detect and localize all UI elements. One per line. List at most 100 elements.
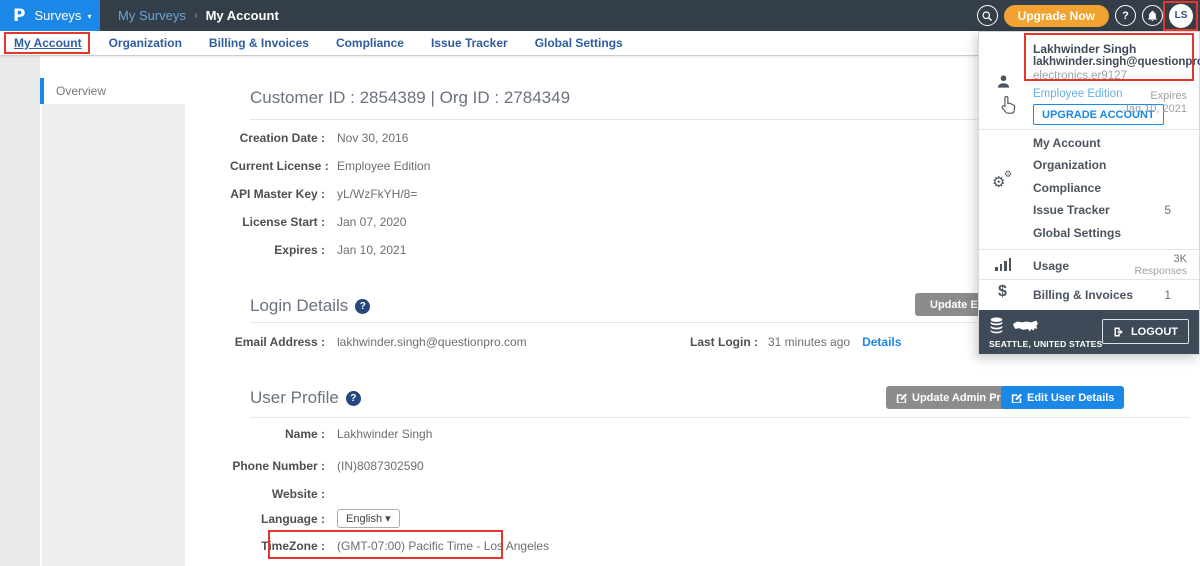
- menu-item-my-account[interactable]: My Account: [1033, 136, 1101, 150]
- settings-gears-icon-small: ⚙: [1004, 170, 1012, 180]
- language-select[interactable]: English ▾: [337, 509, 400, 528]
- field-row-creation-date: Creation Date : Nov 30, 2016: [230, 131, 408, 145]
- search-button[interactable]: [977, 5, 998, 26]
- field-row-phone: Phone Number : (IN)8087302590: [230, 459, 424, 473]
- tab-organization[interactable]: Organization: [109, 36, 182, 50]
- field-label: API Master Key :: [230, 187, 325, 201]
- questionpro-logo-icon: P: [13, 6, 25, 26]
- chevron-down-icon: ▾: [87, 12, 91, 21]
- edit-icon: [1011, 392, 1022, 403]
- logout-button[interactable]: LOGOUT: [1102, 319, 1189, 344]
- database-icon: [989, 317, 1004, 334]
- divider: [979, 129, 1199, 130]
- usage-stats: 3K Responses: [1134, 253, 1187, 277]
- menu-item-organization[interactable]: Organization: [1033, 158, 1106, 172]
- logout-icon: [1113, 326, 1125, 338]
- field-label: Website :: [230, 487, 325, 501]
- tab-my-account[interactable]: My Account: [14, 36, 82, 50]
- menu-item-usage[interactable]: Usage: [1033, 259, 1069, 273]
- menu-item-global-settings[interactable]: Global Settings: [1033, 226, 1121, 240]
- menu-item-billing-invoices[interactable]: Billing & Invoices: [1033, 288, 1133, 302]
- field-row-website: Website :: [230, 487, 337, 501]
- topbar: P Surveys ▾ My Surveys › My Account Upgr…: [0, 0, 1200, 31]
- field-label: Email Address :: [230, 335, 325, 349]
- profile-dropdown: Lakhwinder Singh lakhwinder.singh@questi…: [978, 31, 1200, 355]
- field-label: Expires :: [230, 243, 325, 257]
- field-row-api-master-key: API Master Key : yL/WzFkYH/8=: [230, 187, 417, 201]
- last-login-value: 31 minutes ago: [768, 335, 850, 349]
- license-expiry: Expires Jan 10, 2021: [1123, 90, 1187, 116]
- field-row-expires: Expires : Jan 10, 2021: [230, 243, 406, 257]
- menu-item-issue-tracker[interactable]: Issue Tracker: [1033, 203, 1110, 217]
- field-value: Lakhwinder Singh: [337, 427, 432, 441]
- edit-user-details-button[interactable]: Edit User Details: [1001, 386, 1124, 409]
- field-row-timezone: TimeZone : (GMT-07:00) Pacific Time - Lo…: [230, 539, 549, 553]
- field-value: Nov 30, 2016: [337, 131, 408, 145]
- sidebar-item-label: Overview: [56, 84, 106, 98]
- bell-icon: [1147, 10, 1158, 22]
- field-label: TimeZone :: [230, 539, 325, 553]
- field-row-license-start: License Start : Jan 07, 2020: [230, 215, 406, 229]
- field-value: Jan 07, 2020: [337, 215, 406, 229]
- bar-chart-icon: [995, 258, 1011, 271]
- sidebar-item-overview[interactable]: Overview: [40, 78, 185, 104]
- product-switcher[interactable]: P Surveys ▾: [0, 0, 100, 31]
- field-value: (IN)8087302590: [337, 459, 424, 473]
- upgrade-now-button[interactable]: Upgrade Now: [1004, 5, 1109, 27]
- notifications-button[interactable]: [1142, 5, 1163, 26]
- search-icon: [981, 10, 993, 22]
- divider: [979, 249, 1199, 250]
- help-icon[interactable]: ?: [355, 299, 370, 314]
- page-title: Customer ID : 2854389 | Org ID : 2784349: [250, 88, 570, 108]
- profile-username: electronics.er9127: [1033, 70, 1127, 82]
- issue-tracker-count: 5: [1164, 203, 1171, 217]
- field-value: lakhwinder.singh@questionpro.com: [337, 335, 527, 349]
- user-avatar[interactable]: LS: [1169, 4, 1193, 28]
- last-login-label: Last Login :: [690, 335, 758, 349]
- divider: [979, 279, 1199, 280]
- field-row-language: Language : English ▾: [230, 509, 400, 528]
- help-button[interactable]: ?: [1115, 5, 1136, 26]
- field-label: License Start :: [230, 215, 325, 229]
- field-value: (GMT-07:00) Pacific Time - Los Angeles: [337, 539, 549, 553]
- help-icon[interactable]: ?: [346, 391, 361, 406]
- billing-count: 1: [1164, 288, 1171, 302]
- license-edition-link[interactable]: Employee Edition: [1033, 88, 1123, 100]
- breadcrumb-separator: ›: [194, 10, 198, 22]
- field-label: Language :: [230, 512, 325, 526]
- field-row-name: Name : Lakhwinder Singh: [230, 427, 432, 441]
- tab-billing-invoices[interactable]: Billing & Invoices: [209, 36, 309, 50]
- breadcrumb: My Surveys › My Account: [118, 0, 279, 31]
- profile-dropdown-footer: SEATTLE, UNITED STATES LOGOUT: [979, 310, 1199, 354]
- person-icon: [996, 74, 1011, 89]
- update-email-button[interactable]: Update Em: [915, 293, 981, 316]
- field-label: Phone Number :: [230, 459, 325, 473]
- sidebar-background: [42, 104, 185, 566]
- server-location: SEATTLE, UNITED STATES: [989, 339, 1103, 349]
- edit-icon: [896, 392, 907, 403]
- divider: [250, 417, 1190, 418]
- field-label: Name :: [230, 427, 325, 441]
- breadcrumb-parent[interactable]: My Surveys: [118, 8, 186, 23]
- tab-issue-tracker[interactable]: Issue Tracker: [431, 36, 508, 50]
- breadcrumb-current: My Account: [206, 8, 279, 23]
- dollar-icon: $: [998, 283, 1007, 301]
- topbar-actions: Upgrade Now ? LS: [977, 0, 1193, 31]
- profile-name: Lakhwinder Singh: [1033, 42, 1136, 56]
- profile-email: lakhwinder.singh@questionpro.com: [1033, 56, 1200, 68]
- field-row-email: Email Address : lakhwinder.singh@questio…: [230, 335, 527, 349]
- field-value: Employee Edition: [337, 159, 430, 173]
- tab-global-settings[interactable]: Global Settings: [535, 36, 623, 50]
- last-login-row: Last Login : 31 minutes ago Details: [690, 335, 901, 349]
- user-profile-title: User Profile ?: [250, 388, 361, 408]
- sidebar: Overview: [40, 56, 185, 566]
- field-row-current-license: Current License : Employee Edition: [230, 159, 430, 173]
- login-details-title: Login Details ?: [250, 296, 370, 316]
- last-login-details-link[interactable]: Details: [862, 335, 901, 349]
- usa-map-icon: [1012, 319, 1039, 334]
- field-value: Jan 10, 2021: [337, 243, 406, 257]
- tab-compliance[interactable]: Compliance: [336, 36, 404, 50]
- menu-item-compliance[interactable]: Compliance: [1033, 181, 1101, 195]
- field-label: Creation Date :: [230, 131, 325, 145]
- app-screen: Overview Customer ID : 2854389 | Org ID …: [0, 0, 1200, 566]
